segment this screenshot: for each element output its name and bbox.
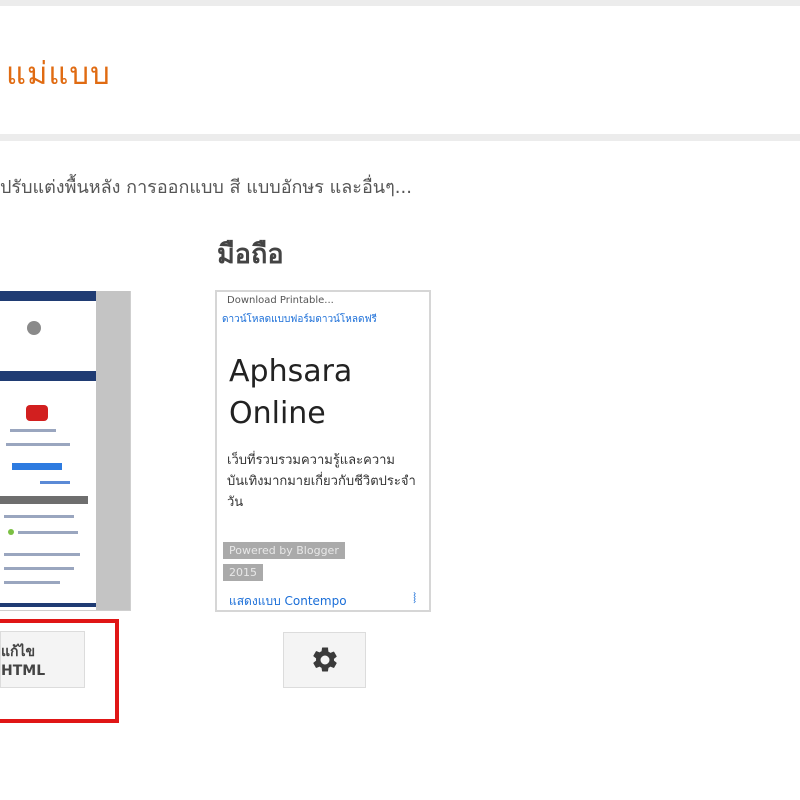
page-title: แม่แบบ <box>6 56 111 92</box>
mobile-preview-meta-line2: 2015 <box>223 564 263 581</box>
youtube-icon <box>26 405 48 421</box>
mobile-preview-title-line1: Aphsara <box>229 354 353 389</box>
top-rule <box>0 0 800 6</box>
header-divider <box>0 134 800 141</box>
mobile-preview-sublink: ดาวน์โหลดแบบฟอร์มดาวน์โหลดฟรี <box>222 314 377 325</box>
desktop-preview-button <box>12 463 62 470</box>
desktop-preview-line <box>4 515 74 518</box>
mobile-preview-link: แสดงแบบ Contempo <box>229 594 347 608</box>
desktop-preview-bullet <box>8 529 14 535</box>
desktop-preview-line <box>4 553 80 556</box>
desktop-preview-line <box>18 531 78 534</box>
desktop-preview-line <box>4 567 74 570</box>
desktop-preview-thumbnail[interactable] <box>0 291 131 611</box>
desktop-preview-avatar <box>27 321 41 335</box>
mobile-preview-header: Download Printable... <box>227 295 334 306</box>
curve-icon: ⧘ <box>413 588 417 607</box>
desktop-preview-line <box>6 443 70 446</box>
desktop-preview-footer <box>0 603 96 607</box>
mobile-preview-title-line2: Online <box>229 396 326 431</box>
desktop-preview-line <box>10 429 56 432</box>
mobile-preview-thumbnail[interactable]: Download Printable... ดาวน์โหลดแบบฟอร์มด… <box>215 290 431 612</box>
edit-html-button[interactable]: แก้ไข HTML <box>0 631 85 688</box>
mobile-preview-description: เว็บที่รวบรวมความรู้และความบันเทิงมากมาย… <box>227 453 416 510</box>
desktop-preview-topbar <box>0 291 96 301</box>
desktop-preview-section-bar <box>0 496 88 504</box>
desktop-preview-line <box>40 481 70 484</box>
mobile-settings-button[interactable] <box>283 632 366 688</box>
desktop-preview-scrollbar <box>96 291 130 610</box>
desktop-preview-line <box>4 581 60 584</box>
gear-icon <box>312 647 337 672</box>
mobile-heading: มือถือ <box>217 239 284 270</box>
mobile-preview-meta-line1: Powered by Blogger <box>223 542 345 559</box>
template-description: ปรับแต่งพื้นหลัง การออกแบบ สี แบบอักษร แ… <box>0 177 412 198</box>
desktop-preview-navbar <box>0 371 96 381</box>
